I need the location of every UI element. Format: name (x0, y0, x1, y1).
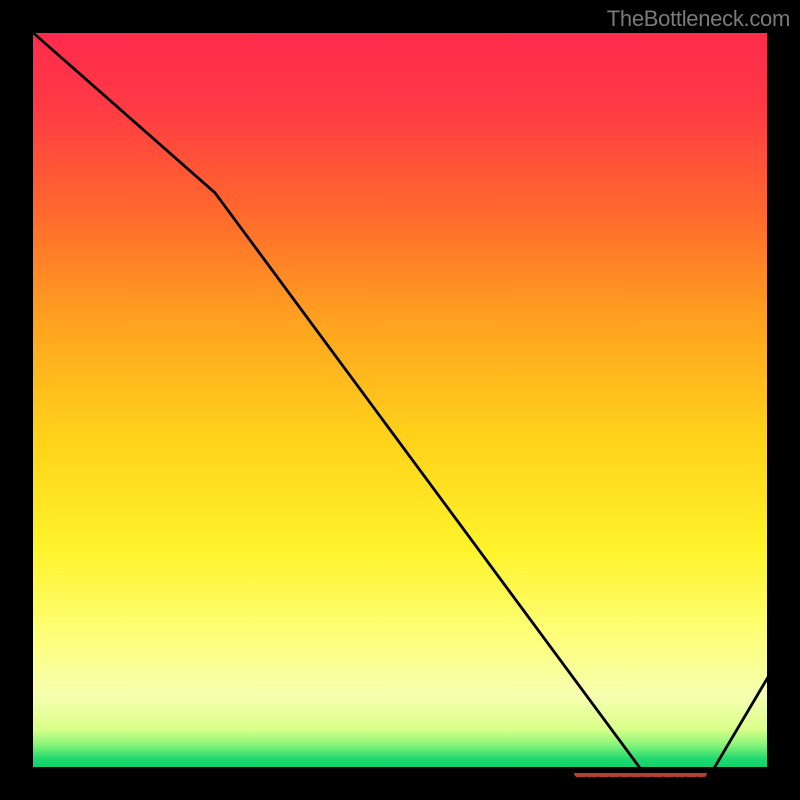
chart-canvas (0, 0, 800, 800)
plot-background (30, 30, 770, 770)
chart-frame: TheBottleneck.com (0, 0, 800, 800)
